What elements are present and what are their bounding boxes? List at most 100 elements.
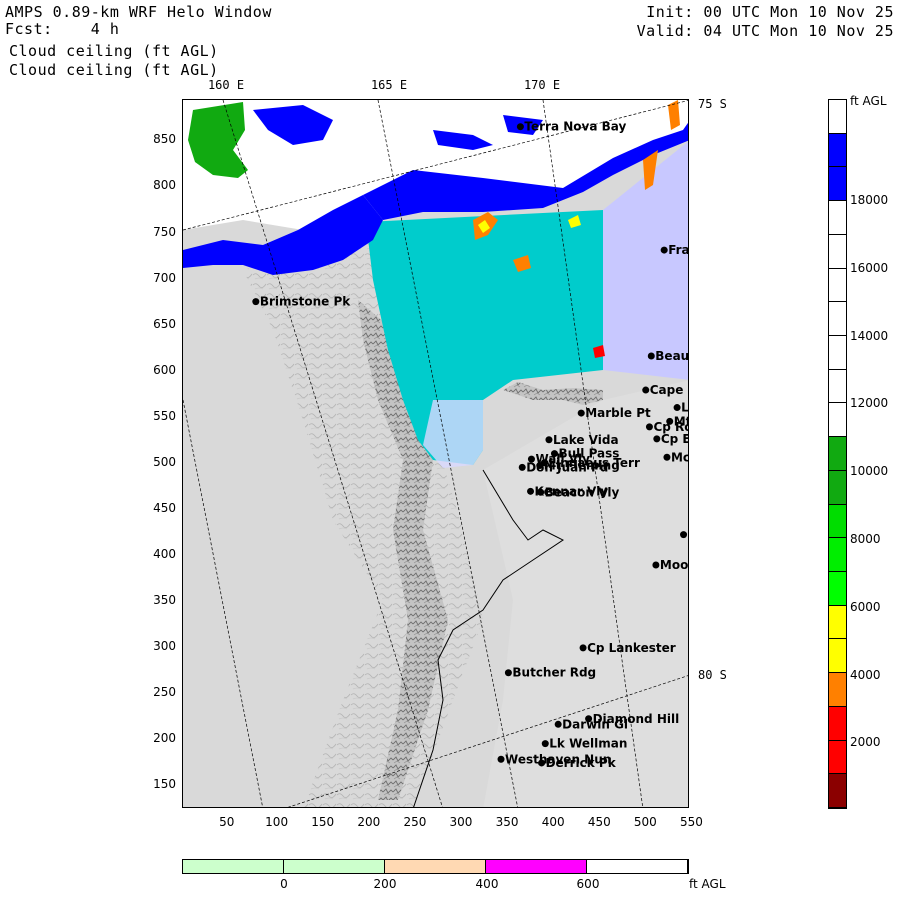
colorbar-tick-label: 8000 bbox=[850, 532, 881, 546]
place-label: Darwin Gl bbox=[562, 717, 628, 731]
place-label: Lewis Bay bbox=[681, 401, 689, 415]
x-tick-label: 400 bbox=[541, 815, 565, 829]
colorbar-segment bbox=[829, 706, 846, 741]
bottom-colorbar-segment bbox=[284, 860, 385, 873]
colorbar-segment bbox=[829, 369, 846, 404]
y-tick-label: 350 bbox=[153, 592, 176, 607]
place-marker[interactable] bbox=[541, 740, 549, 748]
bottom-colorbar-segment bbox=[486, 860, 587, 873]
colorbar-tick-label: 2000 bbox=[850, 735, 881, 749]
x-tick-label: 500 bbox=[633, 815, 657, 829]
colorbar-segment bbox=[829, 234, 846, 269]
y-tick-label: 700 bbox=[153, 270, 176, 285]
y-tick-label: 550 bbox=[153, 408, 176, 423]
place-label: Cape Bird bbox=[650, 383, 689, 397]
colorbar-tick-label: 4000 bbox=[850, 668, 881, 682]
place-marker[interactable] bbox=[663, 453, 671, 461]
place-label: Linnaeus Terr bbox=[548, 456, 640, 470]
place-label: Beaufort Is bbox=[655, 349, 689, 363]
place-marker[interactable] bbox=[540, 459, 548, 467]
x-tick-label: 450 bbox=[587, 815, 611, 829]
colorbar-segment bbox=[829, 336, 846, 370]
x-tick-label: 50 bbox=[219, 815, 235, 829]
bottom-colorbar-tick-label: 400 bbox=[475, 877, 499, 891]
colorbar-tick-label: 10000 bbox=[850, 464, 889, 478]
place-label: Cp Lankester bbox=[587, 641, 676, 655]
y-tick-label: 750 bbox=[153, 224, 176, 239]
place-label: Minna Bluff bbox=[688, 528, 689, 542]
place-label: Beacon Vly bbox=[545, 485, 620, 499]
x-tick-label: 350 bbox=[495, 815, 519, 829]
init-time: Init: 00 UTC Mon 10 Nov 25 bbox=[646, 3, 894, 21]
place-label: Moore's Bay bbox=[660, 558, 689, 572]
place-marker[interactable] bbox=[518, 463, 526, 471]
colorbar-segment bbox=[829, 504, 846, 539]
x-tick-label: 250 bbox=[403, 815, 427, 829]
place-label: Franklin Is bbox=[668, 243, 689, 257]
colorbar-tick-label: 6000 bbox=[850, 600, 881, 614]
bottom-colorbar-unit: ft AGL bbox=[689, 877, 726, 891]
colorbar-segment bbox=[829, 673, 846, 707]
bottom-colorbar-tick-label: 200 bbox=[373, 877, 397, 891]
colorbar bbox=[828, 99, 847, 809]
colorbar-segment bbox=[829, 268, 846, 303]
colorbar-segment bbox=[829, 639, 846, 674]
place-label: Derrick Pk bbox=[546, 756, 617, 770]
y-tick-label: 450 bbox=[153, 500, 176, 515]
colorbar-segment bbox=[829, 201, 846, 235]
lon-label-160e: 160 E bbox=[207, 78, 245, 92]
colorbar-tick-label: 14000 bbox=[850, 329, 889, 343]
colorbar-unit: ft AGL bbox=[850, 94, 887, 108]
place-marker[interactable] bbox=[680, 531, 688, 539]
colorbar-segment bbox=[829, 302, 846, 336]
colorbar-segment bbox=[829, 403, 846, 438]
place-marker[interactable] bbox=[642, 386, 650, 394]
place-label: Lake Vida bbox=[553, 433, 619, 447]
place-marker[interactable] bbox=[516, 123, 524, 131]
x-tick-label: 300 bbox=[449, 815, 473, 829]
colorbar-tick-label: 12000 bbox=[850, 396, 889, 410]
bottom-colorbar-segment bbox=[385, 860, 486, 873]
colorbar-segment bbox=[829, 470, 846, 505]
colorbar-segment bbox=[829, 774, 846, 808]
y-tick-label: 500 bbox=[153, 454, 176, 469]
lon-label-170e: 170 E bbox=[523, 78, 561, 92]
place-marker[interactable] bbox=[673, 404, 681, 412]
bottom-colorbar-segment bbox=[183, 860, 284, 873]
place-marker[interactable] bbox=[554, 720, 562, 728]
colorbar-tick-label: 18000 bbox=[850, 193, 889, 207]
colorbar-segment bbox=[829, 605, 846, 640]
place-marker[interactable] bbox=[647, 352, 655, 360]
place-marker[interactable] bbox=[252, 298, 260, 306]
place-label: Butcher Rdg bbox=[512, 666, 596, 680]
place-marker[interactable] bbox=[660, 246, 668, 254]
x-tick-label: 550 bbox=[680, 815, 703, 829]
valid-time: Valid: 04 UTC Mon 10 Nov 25 bbox=[636, 22, 894, 40]
forecast-hour: Fcst: 4 h bbox=[5, 20, 120, 38]
place-marker[interactable] bbox=[538, 759, 546, 767]
place-label: Cp Evans bbox=[661, 432, 689, 446]
place-marker[interactable] bbox=[579, 644, 587, 652]
lat-label-75s: 75 S bbox=[698, 97, 727, 111]
bottom-colorbar bbox=[182, 859, 689, 874]
place-label: Marble Pt bbox=[585, 406, 651, 420]
x-tick-label: 200 bbox=[357, 815, 381, 829]
place-marker[interactable] bbox=[497, 755, 505, 763]
place-marker[interactable] bbox=[504, 669, 512, 677]
place-marker[interactable] bbox=[653, 435, 661, 443]
place-marker[interactable] bbox=[537, 488, 545, 496]
place-marker[interactable] bbox=[645, 423, 653, 431]
map-panel[interactable]: Terra Nova Bay Franklin Is Brimstone Pk Bea… bbox=[182, 99, 689, 808]
y-tick-label: 850 bbox=[153, 132, 176, 147]
x-tick-label: 150 bbox=[311, 815, 335, 829]
colorbar-segment bbox=[829, 133, 846, 168]
place-marker[interactable] bbox=[527, 487, 535, 495]
place-marker[interactable] bbox=[577, 409, 585, 417]
place-marker[interactable] bbox=[545, 436, 553, 444]
bottom-colorbar-tick-label: 0 bbox=[280, 877, 288, 891]
place-marker[interactable] bbox=[652, 561, 660, 569]
y-tick-label: 200 bbox=[153, 730, 176, 745]
bottom-colorbar-segment bbox=[587, 860, 688, 873]
place-label: Brimstone Pk bbox=[260, 295, 351, 309]
y-tick-label: 400 bbox=[153, 546, 176, 561]
